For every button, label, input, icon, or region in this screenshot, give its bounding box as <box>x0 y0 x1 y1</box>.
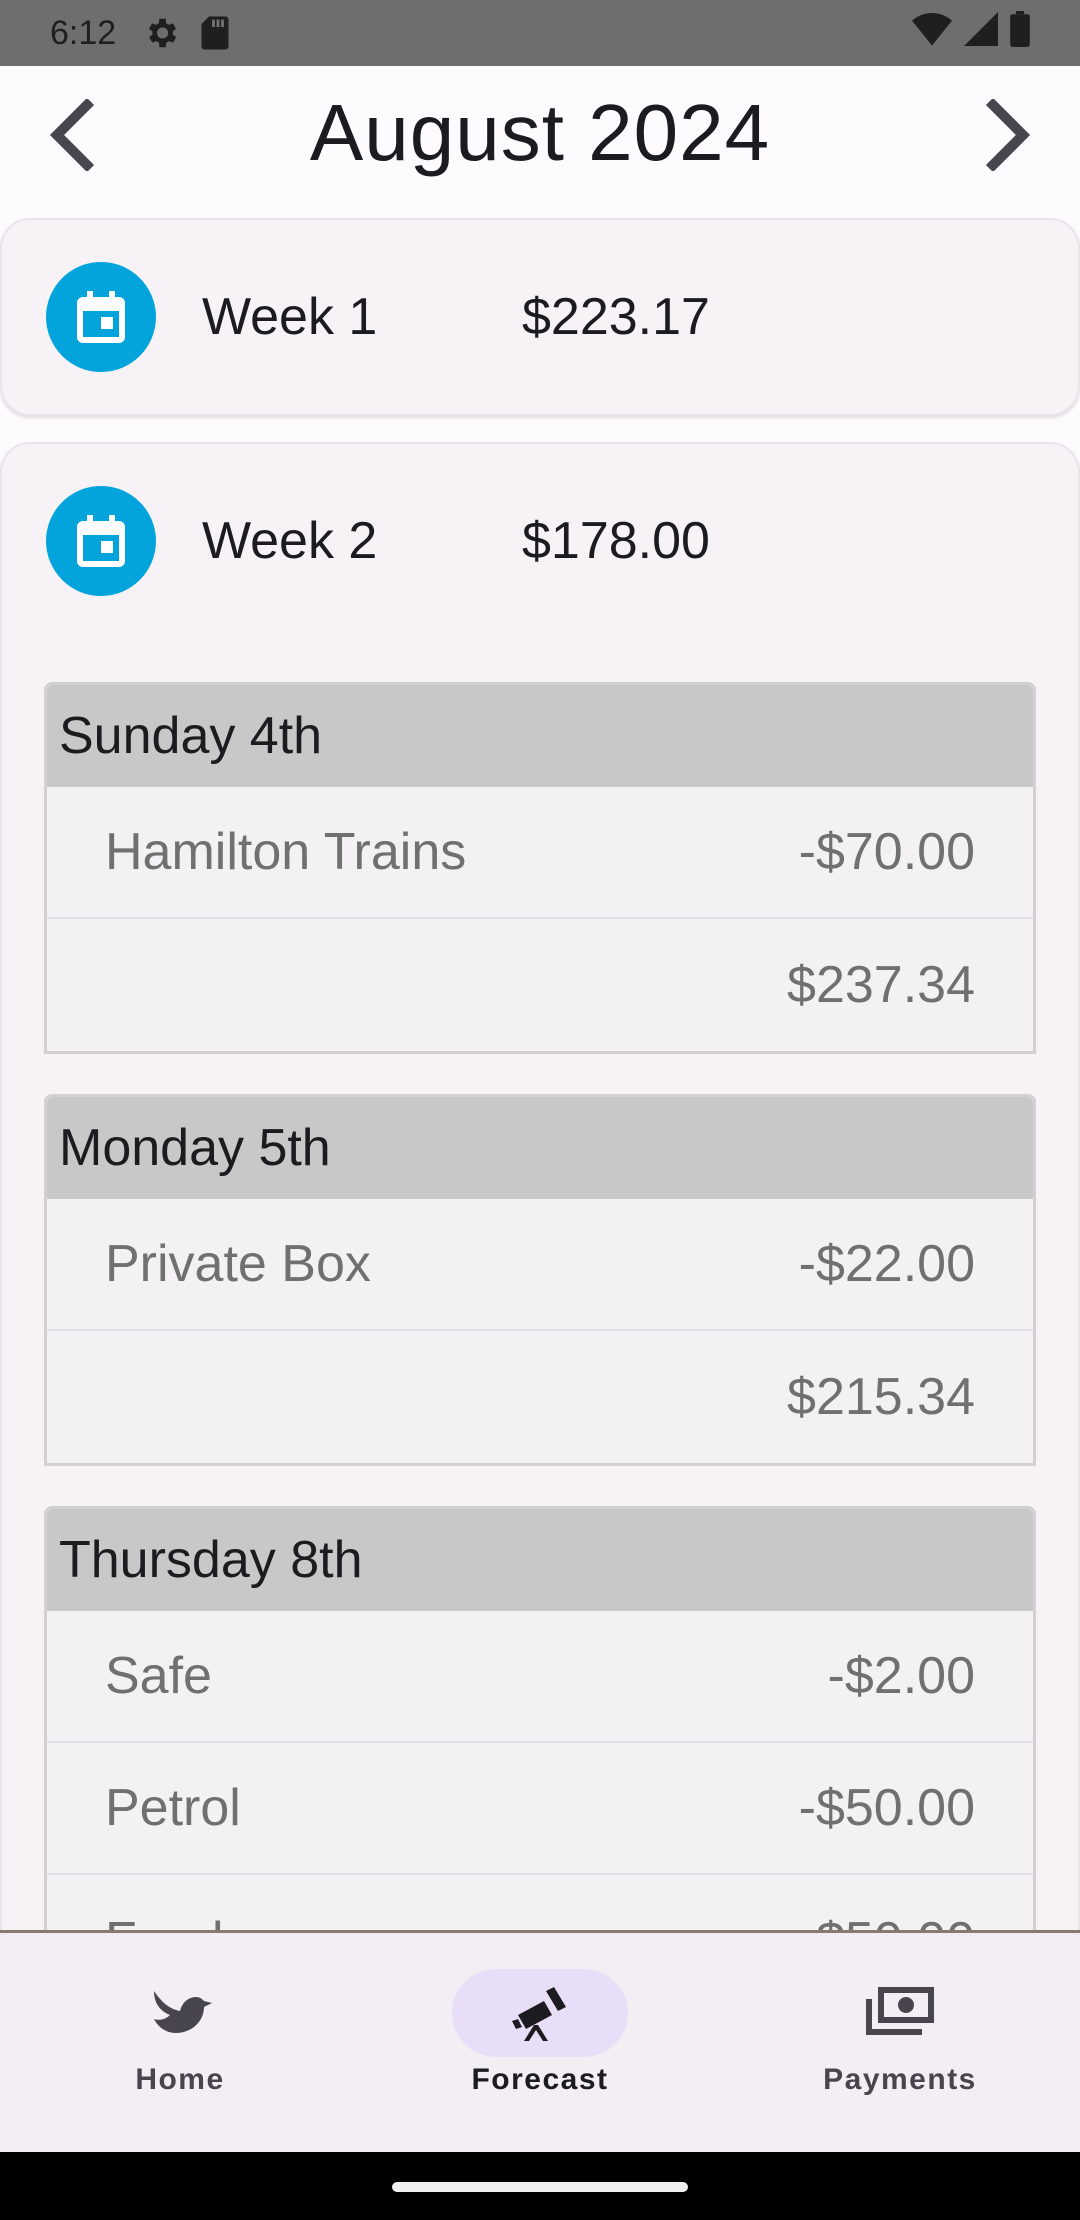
bottom-navigation: Home Forecast Payments <box>0 1930 1080 2152</box>
status-bar: 6:12 <box>0 0 1080 66</box>
page-title: August 2024 <box>309 88 771 177</box>
week-amount: $178.00 <box>522 512 710 570</box>
day-header: Sunday 4th <box>47 685 1033 787</box>
telescope-icon <box>512 1987 566 2041</box>
day-header: Thursday 8th <box>47 1509 1033 1611</box>
previous-month-button[interactable] <box>24 90 114 180</box>
day-group-sunday: Sunday 4th Hamilton Trains -$70.00 $237.… <box>44 682 1036 1054</box>
transaction-name: Petrol <box>105 1779 241 1837</box>
transaction-name: Safe <box>105 1647 212 1705</box>
transaction-row[interactable]: Food -$50.00 <box>47 1875 1033 1936</box>
calendar-icon <box>46 262 156 372</box>
day-header: Monday 5th <box>47 1097 1033 1199</box>
week-card-1[interactable]: Week 1 $223.17 <box>0 218 1080 416</box>
battery-icon <box>1010 10 1030 56</box>
signal-icon <box>964 11 998 55</box>
transaction-amount: -$50.00 <box>798 1779 975 1837</box>
day-group-monday: Monday 5th Private Box -$22.00 $215.34 <box>44 1094 1036 1466</box>
home-gesture-handle[interactable] <box>392 2182 688 2192</box>
chevron-right-icon <box>985 99 1031 171</box>
next-month-button[interactable] <box>966 90 1056 180</box>
sd-card-icon <box>200 15 230 51</box>
nav-home[interactable]: Home <box>0 1933 360 2152</box>
nav-forecast[interactable]: Forecast <box>360 1933 720 2152</box>
transaction-amount: -$22.00 <box>798 1235 975 1293</box>
chevron-left-icon <box>49 99 95 171</box>
wifi-icon <box>912 12 952 55</box>
system-gesture-bar <box>0 2152 1080 2220</box>
bird-icon <box>154 1991 212 2033</box>
nav-label: Home <box>135 2063 225 2096</box>
day-group-thursday: Thursday 8th Safe -$2.00 Petrol -$50.00 … <box>44 1506 1036 1936</box>
nav-payments[interactable]: Payments <box>720 1933 1080 2152</box>
transaction-row[interactable]: Petrol -$50.00 <box>47 1743 1033 1875</box>
transaction-name: Hamilton Trains <box>105 823 467 881</box>
payments-icon <box>866 1987 934 2035</box>
transaction-name: Private Box <box>105 1235 371 1293</box>
status-time: 6:12 <box>50 13 117 52</box>
transaction-row[interactable]: Hamilton Trains -$70.00 <box>47 787 1033 919</box>
month-header: August 2024 <box>0 66 1080 212</box>
week-label: Week 1 <box>202 288 378 346</box>
day-total: $237.34 <box>787 956 975 1014</box>
transaction-amount: -$2.00 <box>827 1647 975 1705</box>
calendar-icon <box>46 486 156 596</box>
day-total-row: $237.34 <box>47 919 1033 1051</box>
transaction-row[interactable]: Private Box -$22.00 <box>47 1199 1033 1331</box>
settings-icon <box>142 14 180 52</box>
week-amount: $223.17 <box>522 288 710 346</box>
transaction-row[interactable]: Safe -$2.00 <box>47 1611 1033 1743</box>
day-total: $215.34 <box>787 1368 975 1426</box>
transaction-amount: -$70.00 <box>798 823 975 881</box>
nav-label: Payments <box>823 2063 977 2096</box>
week-label: Week 2 <box>202 512 378 570</box>
nav-label: Forecast <box>471 2063 609 2096</box>
day-total-row: $215.34 <box>47 1331 1033 1463</box>
